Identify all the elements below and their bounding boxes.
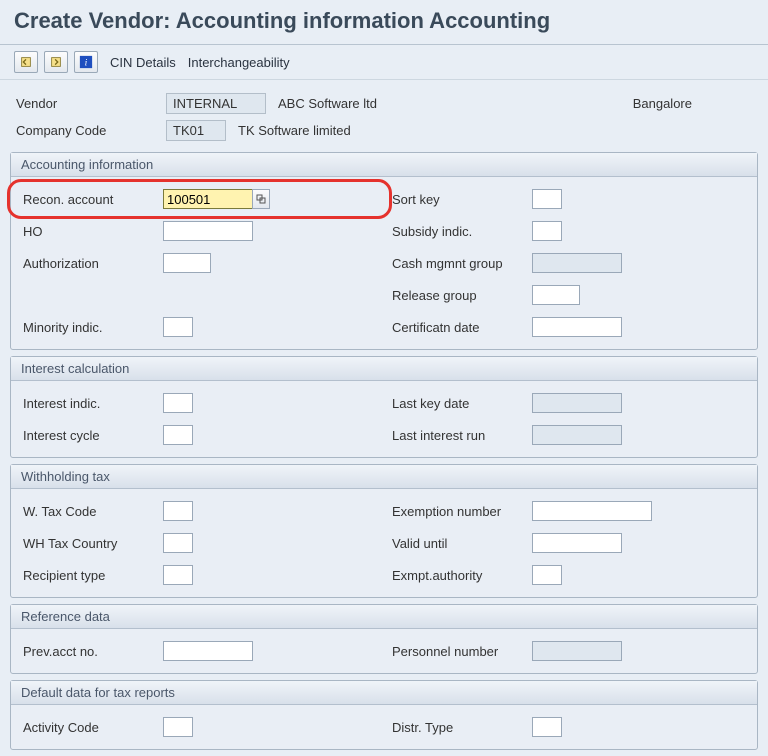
release-group-input[interactable]: [532, 285, 580, 305]
recon-account-field: Recon. account: [15, 183, 384, 215]
page-title: Create Vendor: Accounting information Ac…: [0, 0, 768, 45]
minority-indic-input[interactable]: [163, 317, 193, 337]
release-group-label: Release group: [392, 288, 532, 303]
cin-details-link[interactable]: CIN Details: [110, 55, 176, 70]
wtax-code-label: W. Tax Code: [23, 504, 163, 519]
vendor-value: INTERNAL: [166, 93, 266, 114]
authorization-label: Authorization: [23, 256, 163, 271]
minority-indic-label: Minority indic.: [23, 320, 163, 335]
company-code-description: TK Software limited: [238, 123, 351, 138]
group-reference: Reference data Prev.acct no. Personnel n…: [10, 604, 758, 674]
recipient-type-input[interactable]: [163, 565, 193, 585]
subsidy-indic-input[interactable]: [532, 221, 562, 241]
vendor-label: Vendor: [16, 96, 166, 111]
group-tax-reports: Default data for tax reports Activity Co…: [10, 680, 758, 750]
prev-acct-input[interactable]: [163, 641, 253, 661]
interest-indic-input[interactable]: [163, 393, 193, 413]
valid-until-input[interactable]: [532, 533, 622, 553]
personnel-number-input[interactable]: [532, 641, 622, 661]
recipient-type-label: Recipient type: [23, 568, 163, 583]
cert-date-label: Certificatn date: [392, 320, 532, 335]
nav-prev-icon[interactable]: [14, 51, 38, 73]
last-interest-run-input[interactable]: [532, 425, 622, 445]
activity-code-label: Activity Code: [23, 720, 163, 735]
cert-date-input[interactable]: [532, 317, 622, 337]
info-icon[interactable]: i: [74, 51, 98, 73]
group-title-accounting: Accounting information: [11, 153, 757, 177]
wh-tax-country-input[interactable]: [163, 533, 193, 553]
last-key-date-label: Last key date: [392, 396, 532, 411]
group-interest: Interest calculation Interest indic. Int…: [10, 356, 758, 458]
authorization-input[interactable]: [163, 253, 211, 273]
wh-tax-country-label: WH Tax Country: [23, 536, 163, 551]
group-withholding: Withholding tax W. Tax Code WH Tax Count…: [10, 464, 758, 598]
cash-mgmt-label: Cash mgmnt group: [392, 256, 532, 271]
sort-key-input[interactable]: [532, 189, 562, 209]
group-title-withholding: Withholding tax: [11, 465, 757, 489]
exemption-number-input[interactable]: [532, 501, 652, 521]
group-title-interest: Interest calculation: [11, 357, 757, 381]
interest-cycle-input[interactable]: [163, 425, 193, 445]
vendor-city: Bangalore: [633, 96, 752, 111]
recon-account-label: Recon. account: [23, 192, 163, 207]
interest-cycle-label: Interest cycle: [23, 428, 163, 443]
company-code-value: TK01: [166, 120, 226, 141]
distr-type-label: Distr. Type: [392, 720, 532, 735]
group-title-reference: Reference data: [11, 605, 757, 629]
wtax-code-input[interactable]: [163, 501, 193, 521]
sort-key-label: Sort key: [392, 192, 532, 207]
subsidy-indic-label: Subsidy indic.: [392, 224, 532, 239]
activity-code-input[interactable]: [163, 717, 193, 737]
vendor-description: ABC Software ltd: [278, 96, 377, 111]
exempt-authority-input[interactable]: [532, 565, 562, 585]
last-interest-run-label: Last interest run: [392, 428, 532, 443]
last-key-date-input[interactable]: [532, 393, 622, 413]
exempt-authority-label: Exmpt.authority: [392, 568, 532, 583]
distr-type-input[interactable]: [532, 717, 562, 737]
interest-indic-label: Interest indic.: [23, 396, 163, 411]
ho-label: HO: [23, 224, 163, 239]
cash-mgmt-input[interactable]: [532, 253, 622, 273]
company-code-label: Company Code: [16, 123, 166, 138]
personnel-number-label: Personnel number: [392, 644, 532, 659]
toolbar: i CIN Details Interchangeability: [0, 45, 768, 80]
nav-next-icon[interactable]: [44, 51, 68, 73]
group-accounting-info: Accounting information Recon. account HO…: [10, 152, 758, 350]
exemption-number-label: Exemption number: [392, 504, 532, 519]
prev-acct-label: Prev.acct no.: [23, 644, 163, 659]
interchangeability-link[interactable]: Interchangeability: [188, 55, 290, 70]
header-block: Vendor INTERNAL ABC Software ltd Bangalo…: [0, 80, 768, 146]
search-help-icon[interactable]: [252, 189, 270, 209]
group-title-tax-reports: Default data for tax reports: [11, 681, 757, 705]
svg-text:i: i: [85, 58, 88, 69]
ho-input[interactable]: [163, 221, 253, 241]
valid-until-label: Valid until: [392, 536, 532, 551]
recon-account-input[interactable]: [163, 189, 253, 209]
